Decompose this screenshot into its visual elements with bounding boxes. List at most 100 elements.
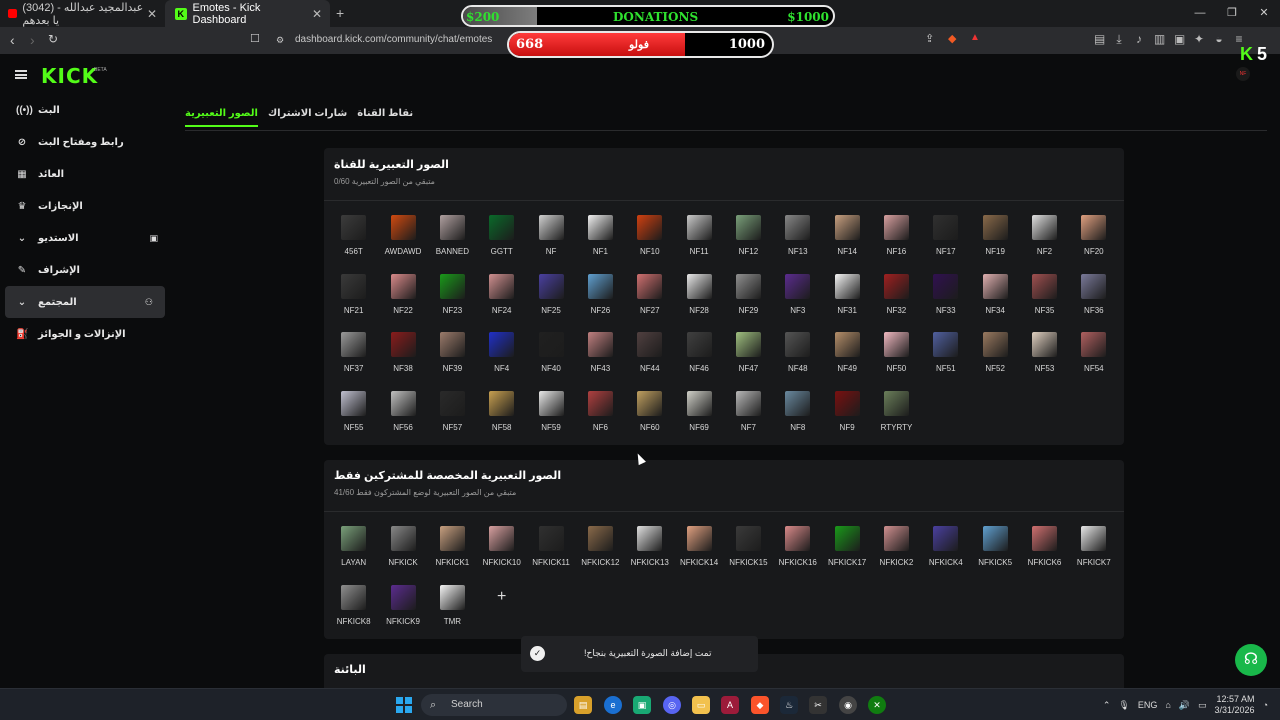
emote-item[interactable]: NF36 <box>1069 272 1118 331</box>
support-chat-button[interactable]: ☊ <box>1235 644 1267 676</box>
emote-item[interactable]: NFKICK14 <box>674 524 723 583</box>
emote-item[interactable]: TMR <box>428 583 477 642</box>
capcut-icon[interactable]: ✂ <box>809 696 827 714</box>
emote-item[interactable]: NF16 <box>872 213 921 272</box>
emote-item[interactable]: NF57 <box>428 389 477 448</box>
windows-start-icon[interactable] <box>396 697 412 713</box>
emote-item[interactable]: NF49 <box>822 330 871 389</box>
sidebar-item-stream[interactable]: ((•)) البث <box>0 94 170 126</box>
emote-item[interactable]: NFKICK1 <box>428 524 477 583</box>
kick-logo[interactable]: KICK <box>41 64 98 88</box>
emote-item[interactable]: NFKICK17 <box>822 524 871 583</box>
extension-icon[interactable]: ✦ <box>1194 32 1204 47</box>
language-indicator[interactable]: ENG <box>1138 700 1158 710</box>
tab-channel-points[interactable]: نقاط القناة <box>357 108 413 127</box>
emote-item[interactable]: NF55 <box>329 389 378 448</box>
emote-item[interactable]: NF47 <box>724 330 773 389</box>
emote-item[interactable]: NFKICK15 <box>724 524 773 583</box>
microphone-icon[interactable]: 🎙 <box>1118 700 1129 711</box>
emote-item[interactable]: BANNED <box>428 213 477 272</box>
emote-item[interactable]: NF60 <box>625 389 674 448</box>
hamburger-icon[interactable] <box>15 70 27 79</box>
reload-icon[interactable]: ↻ <box>48 32 58 46</box>
emote-item[interactable]: GGTT <box>477 213 526 272</box>
sidebar-item-stream-key[interactable]: ⊘ رابط ومفتاح البث <box>0 126 170 158</box>
file-explorer-store-icon[interactable]: ▤ <box>574 696 592 714</box>
emote-item[interactable]: NF37 <box>329 330 378 389</box>
emote-item[interactable]: NF9 <box>822 389 871 448</box>
emote-item[interactable]: NF39 <box>428 330 477 389</box>
wallet-icon[interactable]: ▣ <box>1174 32 1185 47</box>
emote-item[interactable]: NF3 <box>773 272 822 331</box>
emote-item[interactable]: NF40 <box>526 330 575 389</box>
emote-item[interactable]: NF28 <box>674 272 723 331</box>
emote-item[interactable]: NF52 <box>970 330 1019 389</box>
clock[interactable]: 12:57 AM 3/31/2026 <box>1215 694 1255 716</box>
sidebar-item-community[interactable]: ⌄ المجتمع ⚇ <box>5 286 165 318</box>
emote-item[interactable]: NF11 <box>674 213 723 272</box>
sidebar-item-achievements[interactable]: ♛ الإنجازات <box>0 190 170 222</box>
obs-icon[interactable]: ◉ <box>839 696 857 714</box>
emote-item[interactable]: RTYRTY <box>872 389 921 448</box>
emote-item[interactable]: NF13 <box>773 213 822 272</box>
folder-icon[interactable]: ▭ <box>692 696 710 714</box>
emote-item[interactable]: NF14 <box>822 213 871 272</box>
emote-item[interactable]: NF32 <box>872 272 921 331</box>
sidebar-item-studio[interactable]: ⌄ الاستديو ▣ <box>0 222 170 254</box>
sidebar-item-revenue[interactable]: ▦ العائد <box>0 158 170 190</box>
avatar[interactable]: NF <box>1236 67 1250 81</box>
emote-item[interactable]: NFKICK <box>378 524 427 583</box>
emote-item[interactable]: NF8 <box>773 389 822 448</box>
close-icon[interactable]: ✕ <box>147 7 157 21</box>
emote-item[interactable]: NF7 <box>724 389 773 448</box>
emote-item[interactable]: NF29 <box>724 272 773 331</box>
minimize-icon[interactable]: — <box>1184 0 1216 27</box>
emote-item[interactable]: NF2 <box>1020 213 1069 272</box>
emote-item[interactable]: NFKICK5 <box>970 524 1019 583</box>
emote-item[interactable]: NF6 <box>576 389 625 448</box>
emote-item[interactable]: NF46 <box>674 330 723 389</box>
emote-item[interactable]: NF22 <box>378 272 427 331</box>
steam-icon[interactable]: ♨ <box>780 696 798 714</box>
add-emote-button[interactable]: + <box>477 583 526 642</box>
emote-item[interactable]: NF50 <box>872 330 921 389</box>
emote-item[interactable]: NFKICK4 <box>921 524 970 583</box>
download-icon[interactable]: ⤓ <box>1114 32 1124 47</box>
emote-item[interactable]: NF44 <box>625 330 674 389</box>
browser-tab-kick[interactable]: K Emotes - Kick Dashboard ✕ <box>165 0 330 27</box>
emote-item[interactable]: NF31 <box>822 272 871 331</box>
url-field[interactable]: ⚙ dashboard.kick.com/community/chat/emot… <box>270 30 510 50</box>
emote-item[interactable]: NF69 <box>674 389 723 448</box>
emote-item[interactable]: NF1 <box>576 213 625 272</box>
emote-item[interactable]: NF51 <box>921 330 970 389</box>
emote-item[interactable]: NFKICK9 <box>378 583 427 642</box>
emote-item[interactable]: NFKICK10 <box>477 524 526 583</box>
emote-item[interactable]: NF10 <box>625 213 674 272</box>
emote-item[interactable]: 456T <box>329 213 378 272</box>
emote-item[interactable]: NF23 <box>428 272 477 331</box>
browser-tab-youtube[interactable]: (3042) عبدالمجيد عبدالله - يا بعدهم ✕ <box>0 0 165 27</box>
emote-item[interactable]: NF <box>526 213 575 272</box>
emote-item[interactable]: NF26 <box>576 272 625 331</box>
battery-icon[interactable]: ▭ <box>1198 700 1207 711</box>
emote-item[interactable]: NFKICK6 <box>1020 524 1069 583</box>
brave-icon[interactable]: ◆ <box>751 696 769 714</box>
emote-item[interactable]: NF54 <box>1069 330 1118 389</box>
tab-emotes[interactable]: الصور التعبيرية <box>185 108 258 127</box>
site-info-icon[interactable]: ⚙ <box>276 30 284 50</box>
emote-item[interactable]: NF58 <box>477 389 526 448</box>
vpn-icon[interactable]: ◒ <box>1214 32 1224 47</box>
xbox-icon[interactable]: ✕ <box>868 696 886 714</box>
emote-item[interactable]: NF4 <box>477 330 526 389</box>
emote-item[interactable]: NF56 <box>378 389 427 448</box>
emote-item[interactable]: NF24 <box>477 272 526 331</box>
emote-item[interactable]: NFKICK8 <box>329 583 378 642</box>
emote-item[interactable]: NF43 <box>576 330 625 389</box>
back-icon[interactable]: ‹ <box>10 32 15 48</box>
studio-external-icon[interactable]: ▣ <box>149 233 158 244</box>
share-icon[interactable]: ⇪ <box>925 32 934 45</box>
emote-item[interactable]: NFKICK11 <box>526 524 575 583</box>
new-tab-icon[interactable]: + <box>336 5 344 21</box>
music-icon[interactable]: ♪ <box>1134 32 1144 47</box>
sidebar-icon[interactable]: ▥ <box>1154 32 1165 47</box>
